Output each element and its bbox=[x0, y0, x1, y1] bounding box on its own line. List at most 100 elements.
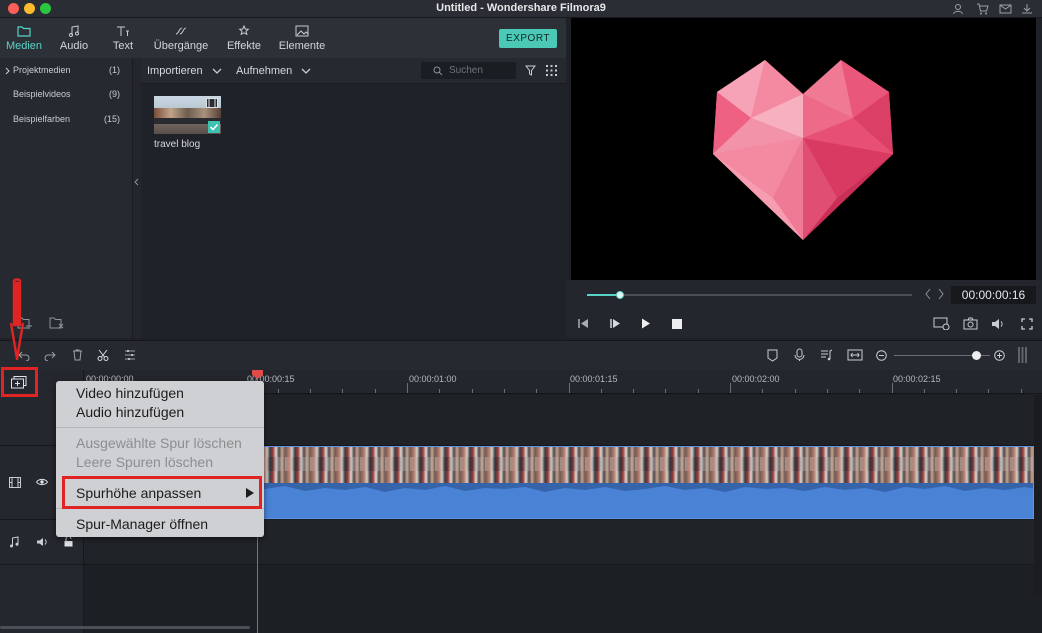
menu-item-add-video[interactable]: Video hinzufügen bbox=[76, 385, 184, 401]
step-play-icon[interactable] bbox=[609, 318, 621, 329]
previous-frame-icon[interactable] bbox=[577, 318, 589, 329]
export-button[interactable]: EXPORT bbox=[499, 29, 557, 48]
grid-view-icon[interactable] bbox=[546, 65, 557, 76]
clip-thumbnail[interactable] bbox=[154, 96, 221, 134]
redo-icon[interactable] bbox=[44, 349, 56, 361]
adjust-icon[interactable] bbox=[124, 349, 136, 361]
tab-label: Effekte bbox=[226, 39, 262, 52]
ruler-tick bbox=[633, 389, 635, 393]
search-box[interactable]: Suchen bbox=[421, 62, 516, 79]
music-note-icon bbox=[69, 24, 79, 37]
annotation-arrow bbox=[9, 278, 25, 361]
cart-icon[interactable] bbox=[976, 3, 989, 15]
preview-viewer[interactable] bbox=[571, 18, 1036, 280]
ruler-tick bbox=[310, 389, 312, 393]
ruler-tick bbox=[1020, 389, 1022, 393]
ruler-label: 00:00:02:15 bbox=[893, 374, 941, 384]
media-library: travel blog bbox=[141, 84, 566, 338]
thumbnail-scene bbox=[154, 108, 221, 118]
fullscreen-icon[interactable] bbox=[1021, 318, 1033, 330]
ruler-label: 00:00:01:00 bbox=[409, 374, 457, 384]
ruler-tick bbox=[956, 389, 958, 393]
drag-handle-icon[interactable] bbox=[1018, 347, 1027, 363]
top-toolbar: Medien Audio Text Übergänge Effekte Elem… bbox=[0, 18, 566, 58]
clip-name: travel blog bbox=[154, 139, 201, 150]
zoom-slider-knob[interactable] bbox=[971, 351, 981, 360]
tab-label: Elemente bbox=[278, 39, 326, 52]
tab-uebergaenge[interactable]: Übergänge bbox=[150, 18, 212, 58]
highlight-box-add-track bbox=[1, 367, 38, 397]
title-bar: Untitled - Wondershare Filmora9 bbox=[0, 0, 1042, 18]
mark-in-icon[interactable] bbox=[925, 288, 931, 300]
sidebar-item-beispielvideos[interactable]: Beispielvideos (9) bbox=[0, 84, 132, 106]
stop-icon[interactable] bbox=[672, 319, 682, 329]
speaker-icon[interactable] bbox=[36, 537, 49, 547]
heart-graphic bbox=[713, 60, 893, 240]
filter-icon[interactable] bbox=[525, 65, 536, 76]
ruler-tick bbox=[568, 383, 570, 393]
tab-audio[interactable]: Audio bbox=[54, 18, 94, 58]
track-divider bbox=[84, 564, 1034, 565]
playhead-handle[interactable] bbox=[252, 370, 263, 379]
menu-item-delete-selected-track: Ausgewählte Spur löschen bbox=[76, 435, 242, 451]
timecode-display: 00:00:00:16 bbox=[951, 286, 1036, 304]
ruler-tick bbox=[407, 383, 408, 393]
zoom-in-icon[interactable] bbox=[994, 350, 1005, 361]
tab-elemente[interactable]: Elemente bbox=[274, 18, 330, 58]
sidebar-item-count: (9) bbox=[109, 89, 120, 99]
eye-icon[interactable] bbox=[36, 478, 48, 486]
text-icon bbox=[117, 26, 129, 36]
play-icon[interactable] bbox=[641, 318, 651, 329]
volume-icon[interactable] bbox=[991, 318, 1005, 330]
lock-icon[interactable] bbox=[64, 536, 73, 547]
tab-label: Übergänge bbox=[153, 39, 209, 52]
folder-icon bbox=[17, 25, 31, 37]
ruler-tick bbox=[794, 389, 796, 393]
snapshot-camera-icon[interactable] bbox=[963, 317, 978, 330]
track-header-divider bbox=[0, 564, 84, 565]
chevron-right-icon bbox=[5, 67, 10, 75]
zoom-out-icon[interactable] bbox=[876, 350, 887, 361]
playback-progress-track[interactable] bbox=[587, 294, 912, 296]
playback-scrubber[interactable] bbox=[615, 291, 624, 299]
marker-icon[interactable] bbox=[767, 349, 778, 362]
media-header: Importieren Aufnehmen Suchen bbox=[141, 58, 566, 84]
sidebar-item-label: Projektmedien bbox=[13, 65, 71, 75]
tab-medien[interactable]: Medien bbox=[0, 18, 48, 58]
vertical-scrollbar[interactable] bbox=[1034, 395, 1042, 595]
menu-separator bbox=[56, 427, 264, 428]
fit-timeline-icon[interactable] bbox=[847, 349, 863, 361]
sidebar-item-projektmedien[interactable]: Projektmedien (1) bbox=[0, 60, 132, 82]
tab-text[interactable]: Text bbox=[104, 18, 142, 58]
search-input[interactable]: Suchen bbox=[449, 65, 483, 76]
added-checkmark-icon bbox=[208, 121, 220, 133]
download-icon[interactable] bbox=[1021, 3, 1033, 15]
tab-effekte[interactable]: Effekte bbox=[222, 18, 266, 58]
tab-label: Medien bbox=[5, 39, 43, 52]
sidebar-item-beispielfarben[interactable]: Beispielfarben (15) bbox=[0, 109, 132, 131]
menu-item-open-track-manager[interactable]: Spur-Manager öffnen bbox=[76, 516, 208, 532]
menu-item-add-audio[interactable]: Audio hinzufügen bbox=[76, 404, 184, 420]
ruler-label: 00:00:02:00 bbox=[732, 374, 780, 384]
account-icon[interactable] bbox=[952, 3, 964, 15]
ruler-tick bbox=[762, 389, 764, 393]
notification-icon[interactable] bbox=[999, 3, 1012, 15]
chevron-down-icon bbox=[212, 68, 222, 75]
mark-out-icon[interactable] bbox=[938, 288, 944, 300]
horizontal-scrollbar[interactable] bbox=[0, 626, 250, 629]
import-dropdown[interactable]: Importieren bbox=[147, 65, 222, 77]
sidebar-item-count: (15) bbox=[103, 114, 120, 124]
audio-mixer-icon[interactable] bbox=[820, 349, 833, 361]
delete-folder-icon[interactable] bbox=[49, 316, 65, 330]
record-dropdown[interactable]: Aufnehmen bbox=[236, 65, 311, 77]
record-label: Aufnehmen bbox=[236, 65, 293, 77]
sidebar-collapse-strip[interactable] bbox=[133, 58, 141, 338]
collapse-left-icon bbox=[134, 178, 139, 186]
ruler-tick bbox=[471, 389, 473, 393]
scissors-icon[interactable] bbox=[97, 349, 109, 361]
microphone-icon[interactable] bbox=[794, 348, 805, 362]
tab-label: Text bbox=[112, 39, 134, 52]
ruler-tick bbox=[988, 389, 990, 393]
render-preview-icon[interactable] bbox=[933, 317, 950, 330]
delete-icon[interactable] bbox=[72, 349, 83, 361]
